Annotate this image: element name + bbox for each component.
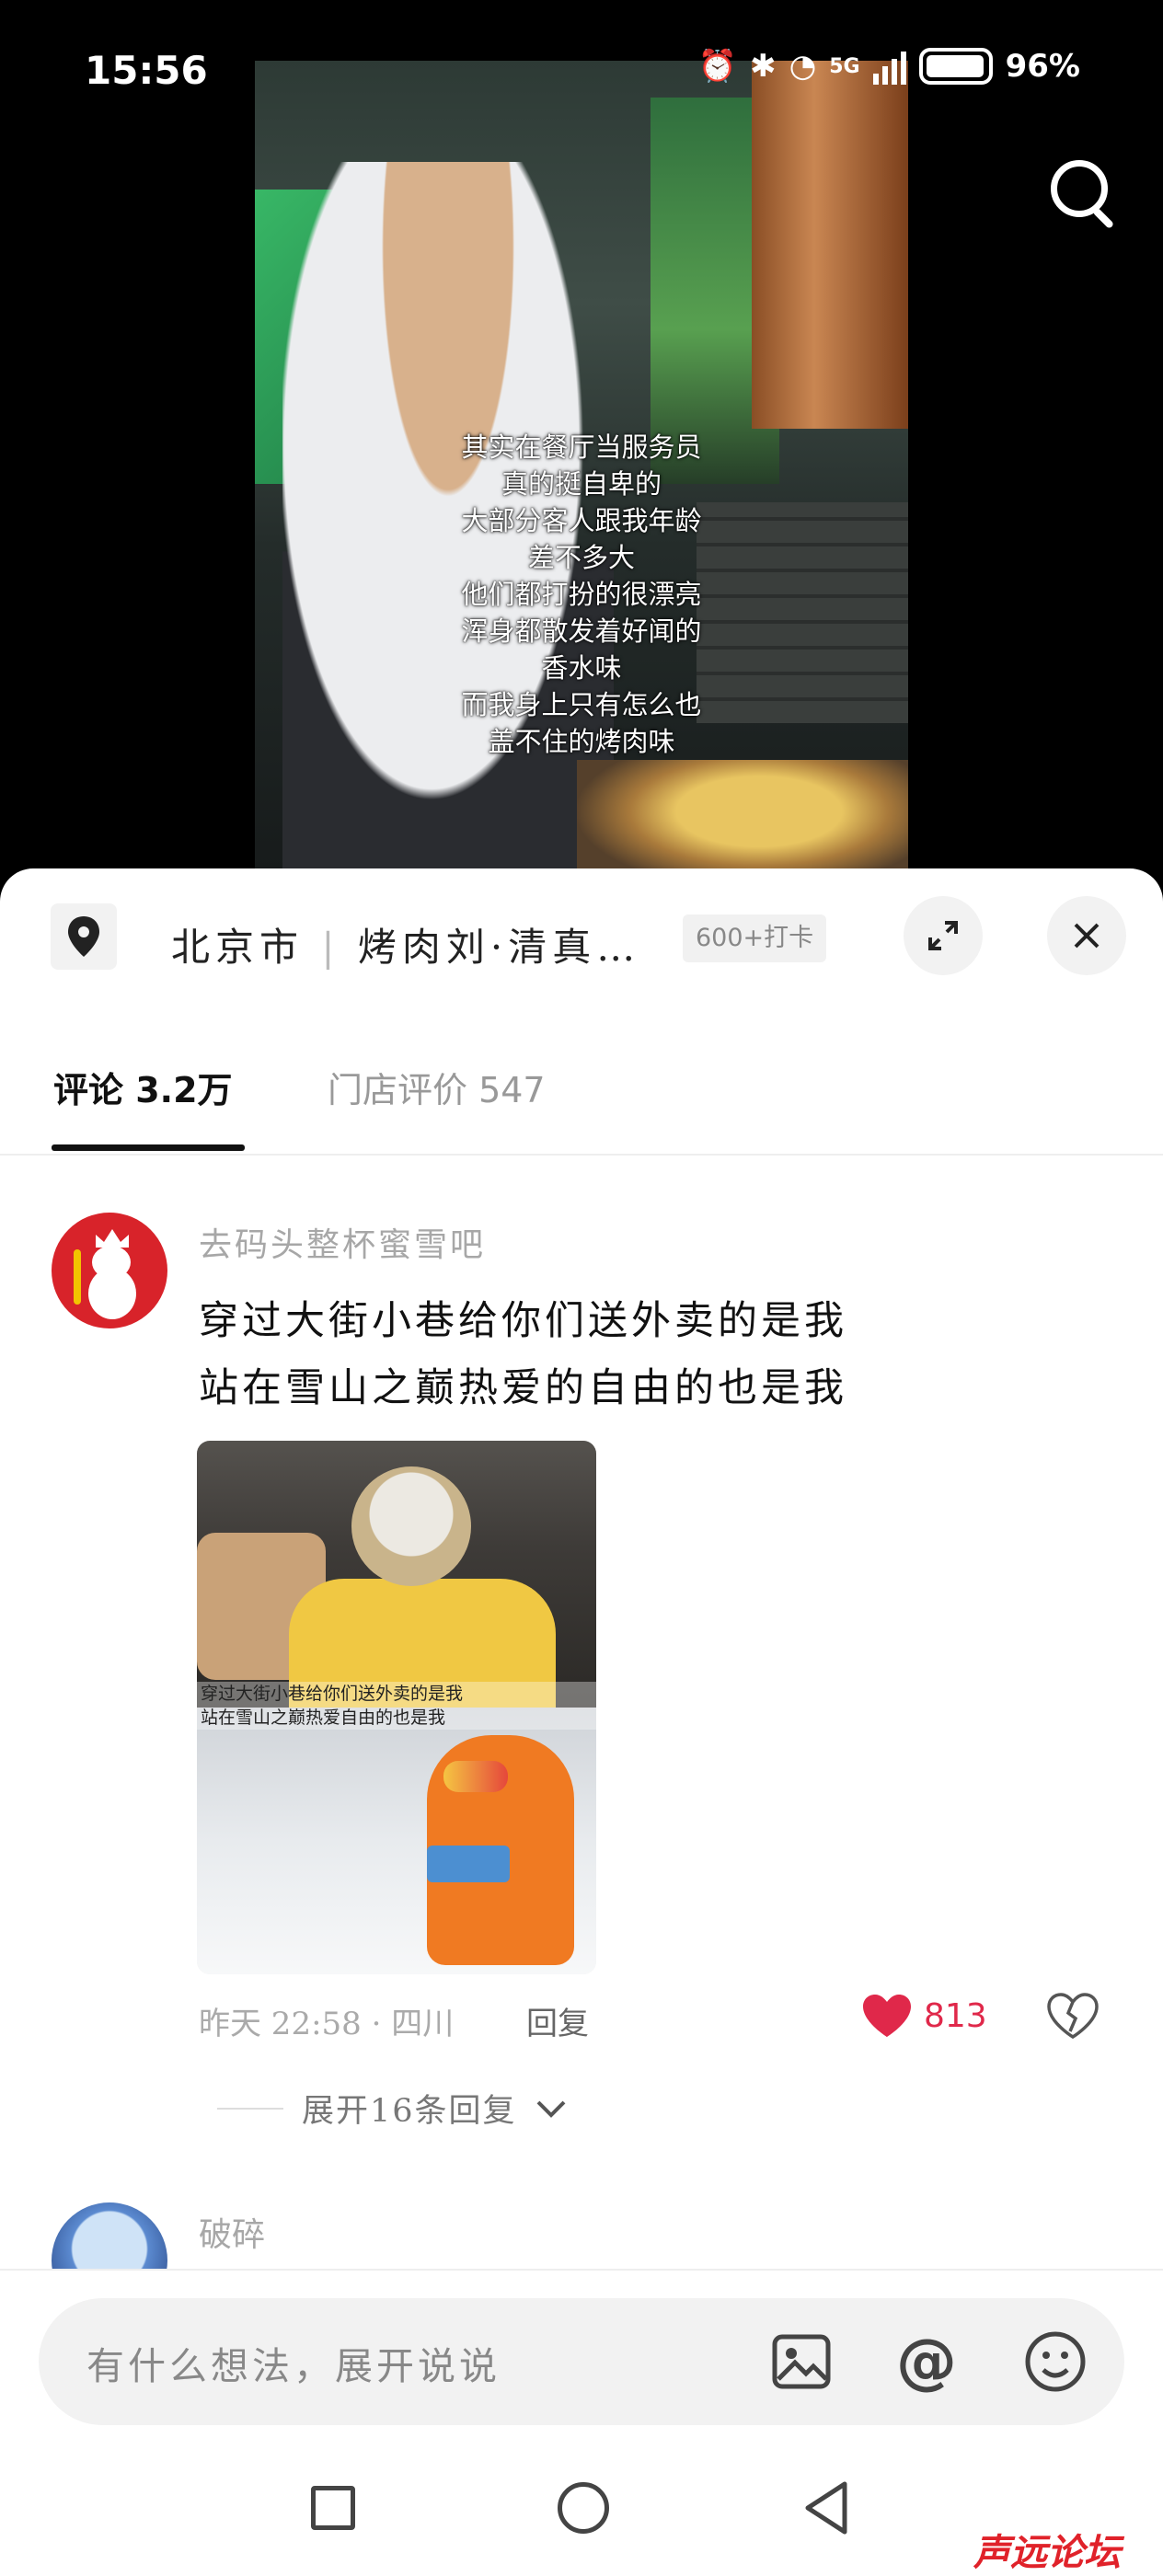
signal-icon	[872, 48, 906, 85]
image-caption-line: 站在雪山之巅热爱自由的也是我	[201, 1708, 446, 1728]
expand-replies-button[interactable]: 展开16条回复	[217, 2085, 567, 2132]
expand-icon	[928, 921, 958, 950]
reply-button[interactable]: 回复	[526, 1998, 589, 2043]
close-icon	[1074, 923, 1100, 949]
close-button[interactable]	[1047, 896, 1126, 975]
caption-line: 而我身上只有怎么也	[461, 689, 702, 720]
caption-line: 真的挺自卑的	[501, 468, 662, 500]
home-button[interactable]	[558, 2482, 609, 2534]
comment-text-line: 穿过大街小巷给你们送外卖的是我	[199, 1298, 847, 1344]
tab-bar: 评论 3.2万 门店评价 547	[0, 1025, 1163, 1156]
tab-store-reviews[interactable]: 门店评价 547	[328, 1062, 546, 1112]
location-separator: |	[321, 925, 340, 970]
alarm-icon: ⏰	[697, 48, 738, 85]
like-button[interactable]: 813	[861, 1993, 987, 2039]
heart-icon	[863, 1995, 911, 2037]
location-pin-icon	[51, 903, 117, 970]
video-food	[577, 760, 908, 870]
video-player[interactable]: 其实在餐厅当服务员 真的挺自卑的 大部分客人跟我年龄 差不多大 他们都打扮的很漂…	[255, 61, 908, 870]
comment-input-placeholder: 有什么想法，展开说说	[86, 2344, 501, 2388]
battery-icon	[918, 48, 993, 85]
avatar-crown	[96, 1229, 129, 1248]
location-text[interactable]: 北京市 | 烤肉刘·清真…	[171, 916, 640, 972]
avatar[interactable]	[52, 1213, 167, 1328]
caption-line: 他们都打扮的很漂亮	[461, 579, 702, 610]
status-bar: 15:56 ⏰ ✱ ◔ 5G 96%	[0, 0, 1163, 138]
caption-line: 大部分客人跟我年龄	[461, 505, 702, 536]
location-place: 烤肉刘·清真…	[357, 925, 641, 970]
caption-line: 香水味	[541, 652, 622, 684]
comment-input[interactable]: 有什么想法，展开说说 @	[39, 2298, 1124, 2425]
comment-image[interactable]: 穿过大街小巷给你们送外卖的是我 站在雪山之巅热爱自由的也是我	[197, 1441, 596, 1974]
image-icecream	[427, 1846, 510, 1882]
bluetooth-icon: ✱	[750, 48, 777, 85]
comment-image-top	[197, 1441, 596, 1708]
wifi-icon: ◔	[789, 48, 817, 85]
search-icon[interactable]	[1047, 156, 1119, 228]
like-count: 813	[924, 1996, 987, 2035]
chevron-down-icon	[536, 2100, 565, 2118]
comment-text: 穿过大街小巷给你们送外卖的是我 站在雪山之巅热爱的自由的也是我	[199, 1288, 847, 1422]
caption-line: 盖不住的烤肉味	[488, 726, 675, 757]
video-caption: 其实在餐厅当服务员 真的挺自卑的 大部分客人跟我年龄 差不多大 他们都打扮的很漂…	[255, 429, 908, 760]
broken-heart-icon	[1047, 1993, 1099, 2040]
location-bar[interactable]: 北京市 | 烤肉刘·清真… 600+打卡	[0, 896, 1163, 995]
comment-sheet: 北京市 | 烤肉刘·清真… 600+打卡 评论 3.2万 门店评价 547 去码…	[0, 868, 1163, 2576]
status-time: 15:56	[85, 48, 208, 93]
comment-username[interactable]: 去码头整杯蜜雪吧	[199, 1218, 486, 1266]
image-caption-line: 穿过大街小巷给你们送外卖的是我	[201, 1684, 464, 1704]
checkin-badge: 600+打卡	[683, 914, 827, 962]
tab-comments[interactable]: 评论 3.2万	[53, 1062, 233, 1112]
expand-replies-label: 展开16条回复	[302, 2093, 517, 2130]
recent-apps-button[interactable]	[311, 2486, 355, 2530]
network-label: 5G	[829, 54, 860, 78]
back-button[interactable]	[802, 2480, 850, 2536]
emoji-icon[interactable]	[1023, 2329, 1088, 2394]
comment-text-line: 站在雪山之巅热爱的自由的也是我	[199, 1365, 847, 1411]
avatar-scepter	[74, 1249, 81, 1305]
image-goggle	[443, 1761, 508, 1792]
caption-line: 浑身都散发着好闻的	[461, 615, 702, 647]
comment-image-bottom	[197, 1708, 596, 1974]
image-rider	[351, 1466, 471, 1586]
status-icons: ⏰ ✱ ◔ 5G 96%	[698, 48, 1080, 85]
tab-active-indicator	[52, 1144, 245, 1151]
image-icon[interactable]	[769, 2329, 834, 2394]
screen: 15:56 ⏰ ✱ ◔ 5G 96% 其实在餐厅当服务员 真的挺自卑的 大部分客…	[0, 0, 1163, 2576]
location-city: 北京市	[171, 925, 305, 970]
fullscreen-button[interactable]	[904, 896, 983, 975]
avatar-snowman-head	[92, 1246, 131, 1279]
watermark-logo: 声远论坛	[973, 2532, 1121, 2574]
comment-image-caption: 穿过大街小巷给你们送外卖的是我 站在雪山之巅热爱自由的也是我	[197, 1682, 596, 1730]
comment-time-location: 昨天 22:58 · 四川	[199, 2006, 455, 2042]
battery-level: 96%	[1005, 48, 1080, 85]
comment-username[interactable]: 破碎	[199, 2208, 265, 2256]
dislike-button[interactable]	[1047, 1993, 1099, 2042]
expand-replies-line	[217, 2107, 283, 2110]
caption-line: 其实在餐厅当服务员	[461, 431, 702, 463]
at-mention-icon[interactable]: @	[894, 2329, 959, 2394]
caption-line: 差不多大	[527, 542, 635, 573]
